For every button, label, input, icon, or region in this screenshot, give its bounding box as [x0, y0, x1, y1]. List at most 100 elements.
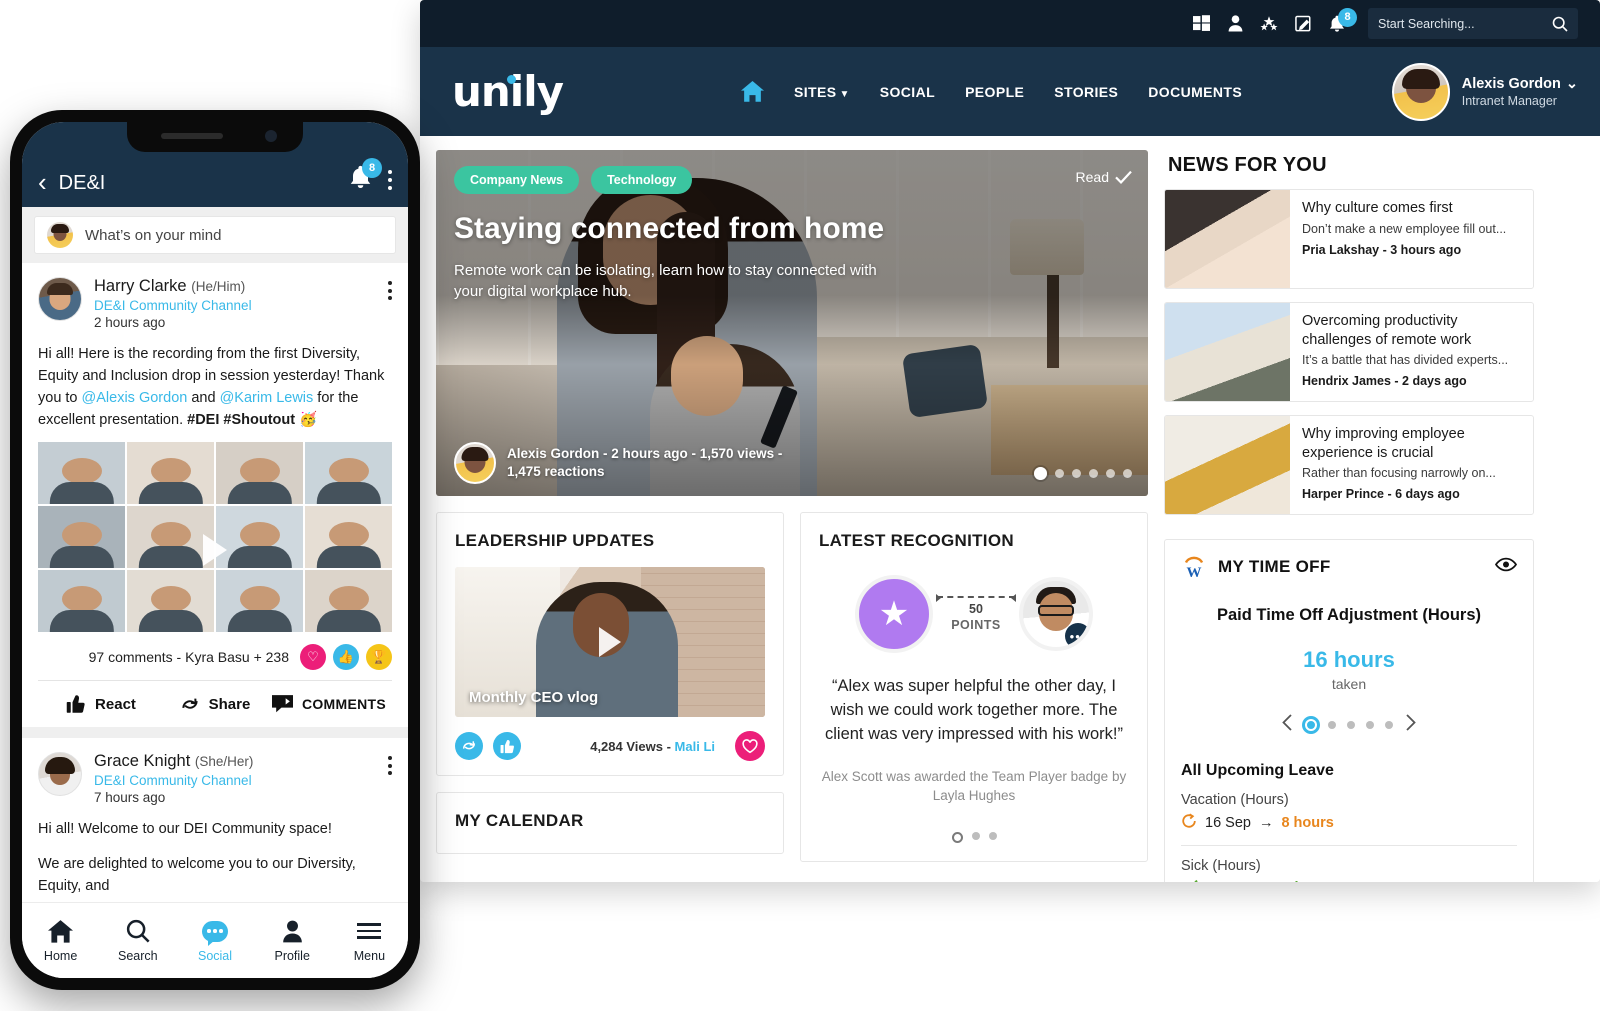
windows-icon[interactable] — [1192, 15, 1210, 33]
recognition-carousel-dots[interactable] — [819, 831, 1129, 843]
play-icon[interactable] — [599, 627, 621, 657]
mobile-device: ‹ DE&I 8 What’s on your mind Harry Clark… — [10, 110, 420, 990]
bell-icon[interactable]: 8 — [1328, 7, 1357, 33]
nav-item-stories[interactable]: STORIES — [1054, 84, 1118, 100]
carousel-dot[interactable] — [1347, 721, 1355, 729]
thumbs-up-reaction-icon[interactable]: 👍 — [333, 644, 359, 671]
video-thumbnail[interactable]: Monthly CEO vlog — [455, 567, 765, 717]
news-text: Why culture comes first Don’t make a new… — [1290, 190, 1533, 288]
trophy-reaction-icon[interactable]: 🏆 — [366, 644, 392, 671]
mention-link[interactable]: @Karim Lewis — [220, 390, 314, 406]
news-item[interactable]: Why improving employee experience is cru… — [1164, 415, 1534, 515]
carousel-next-icon[interactable] — [1404, 714, 1417, 736]
read-label: Read — [1075, 169, 1109, 185]
screenshot-root: 8 unily SITES▼ — [0, 0, 1600, 1011]
avatar[interactable] — [38, 752, 82, 797]
play-icon[interactable] — [203, 534, 227, 566]
views-author[interactable]: Mali Li — [675, 739, 715, 754]
bottom-nav-social[interactable]: Social — [176, 918, 253, 963]
unily-logo[interactable]: unily — [452, 67, 564, 116]
news-title: Why improving employee experience is cru… — [1302, 426, 1465, 461]
nav-home-icon[interactable] — [740, 81, 764, 102]
carousel-dot[interactable] — [1055, 469, 1064, 478]
carousel-dot[interactable] — [1305, 719, 1317, 731]
user-role: Intranet Manager — [1461, 93, 1557, 108]
heart-reaction-icon[interactable]: ♡ — [300, 644, 326, 671]
share-button[interactable]: Share — [158, 696, 272, 713]
desktop-window: 8 unily SITES▼ — [420, 0, 1600, 882]
speaker-icon — [161, 133, 223, 139]
carousel-dot[interactable] — [1106, 469, 1115, 478]
mention-link[interactable]: @Alexis Gordon — [82, 390, 188, 406]
bottom-nav-search[interactable]: Search — [99, 918, 176, 963]
carousel-dot[interactable] — [1123, 469, 1132, 478]
bottom-nav-menu[interactable]: Menu — [331, 918, 408, 963]
person-icon[interactable] — [1226, 15, 1244, 33]
post-media-grid[interactable] — [38, 442, 392, 633]
user-menu[interactable]: Alexis Gordon ⌄ Intranet Manager — [1391, 62, 1578, 121]
hero-carousel[interactable]: Company News Technology Read Staying con… — [436, 150, 1148, 496]
star-badge-icon: ★ — [855, 575, 933, 653]
more-options-icon[interactable] — [388, 277, 392, 300]
bottom-nav-label: Search — [118, 949, 158, 963]
bell-icon[interactable]: 8 — [349, 158, 382, 195]
post-comment-count[interactable]: 97 comments - Kyra Basu + 238 — [89, 649, 289, 665]
global-search[interactable] — [1368, 8, 1578, 39]
tag-technology[interactable]: Technology — [591, 166, 693, 194]
feed-post: Harry Clarke (He/Him) DE&I Community Cha… — [22, 263, 408, 727]
stars-icon[interactable] — [1260, 15, 1278, 33]
tag-company-news[interactable]: Company News — [454, 166, 580, 194]
carousel-dot[interactable] — [1034, 467, 1047, 480]
avatar[interactable] — [38, 277, 82, 321]
bottom-nav-home[interactable]: Home — [22, 918, 99, 963]
share-icon[interactable] — [455, 732, 483, 760]
hero-carousel-dots[interactable] — [1034, 467, 1132, 480]
chat-bubble-icon — [176, 918, 253, 946]
composer[interactable]: What’s on your mind — [22, 207, 408, 263]
composer-input[interactable]: What’s on your mind — [34, 216, 396, 254]
nav-item-social[interactable]: SOCIAL — [880, 84, 935, 100]
react-button[interactable]: React — [44, 694, 158, 714]
eye-icon[interactable] — [1495, 557, 1517, 577]
like-icon[interactable] — [493, 732, 521, 760]
carousel-dot[interactable] — [1072, 469, 1081, 478]
news-item[interactable]: Overcoming productivity challenges of re… — [1164, 302, 1534, 402]
time-off-hours-sub: taken — [1331, 676, 1367, 692]
carousel-dot[interactable] — [1328, 721, 1336, 729]
avatar[interactable] — [1391, 62, 1450, 121]
carousel-dot[interactable] — [951, 831, 963, 843]
nav-item-documents[interactable]: DOCUMENTS — [1148, 84, 1242, 100]
search-input[interactable] — [1378, 16, 1546, 31]
carousel-dot[interactable] — [1385, 721, 1393, 729]
news-for-you-title: NEWS FOR YOU — [1168, 154, 1327, 176]
nav-item-people[interactable]: PEOPLE — [965, 84, 1024, 100]
news-item[interactable]: Why culture comes first Don’t make a new… — [1164, 189, 1534, 289]
read-status[interactable]: Read — [1076, 169, 1132, 185]
post-channel[interactable]: DE&I Community Channel — [94, 773, 253, 788]
news-thumbnail — [1165, 416, 1290, 514]
comments-button[interactable]: COMMENTS — [271, 695, 386, 713]
favorite-icon[interactable] — [735, 731, 765, 761]
utility-icon-group: 8 — [1192, 7, 1357, 33]
utility-topbar: 8 — [420, 0, 1600, 47]
carousel-dot[interactable] — [988, 831, 997, 840]
bottom-nav-profile[interactable]: Profile — [254, 918, 331, 963]
back-icon[interactable]: ‹ — [38, 169, 47, 195]
carousel-dot[interactable] — [971, 831, 980, 840]
carousel-prev-icon[interactable] — [1281, 714, 1294, 736]
compose-icon[interactable] — [1294, 15, 1312, 33]
search-icon[interactable] — [1552, 16, 1568, 32]
nav-item-sites[interactable]: SITES ▼ — [794, 84, 850, 100]
carousel-dot[interactable] — [1089, 469, 1098, 478]
mobile-header-actions: 8 — [349, 158, 392, 195]
hero-author-line: Alexis Gordon - 2 hours ago - 1,570 view… — [507, 445, 783, 461]
post-hashtags[interactable]: #DEI #Shoutout 🥳 — [187, 412, 317, 428]
time-off-carousel[interactable] — [1181, 714, 1517, 736]
carousel-dot[interactable] — [1366, 721, 1374, 729]
more-options-icon[interactable]: ••• — [1065, 623, 1089, 647]
more-options-icon[interactable] — [388, 752, 392, 776]
post-channel[interactable]: DE&I Community Channel — [94, 298, 252, 313]
more-options-icon[interactable] — [388, 170, 392, 190]
avatar[interactable] — [454, 442, 496, 484]
avatar[interactable]: ••• — [1019, 577, 1093, 651]
